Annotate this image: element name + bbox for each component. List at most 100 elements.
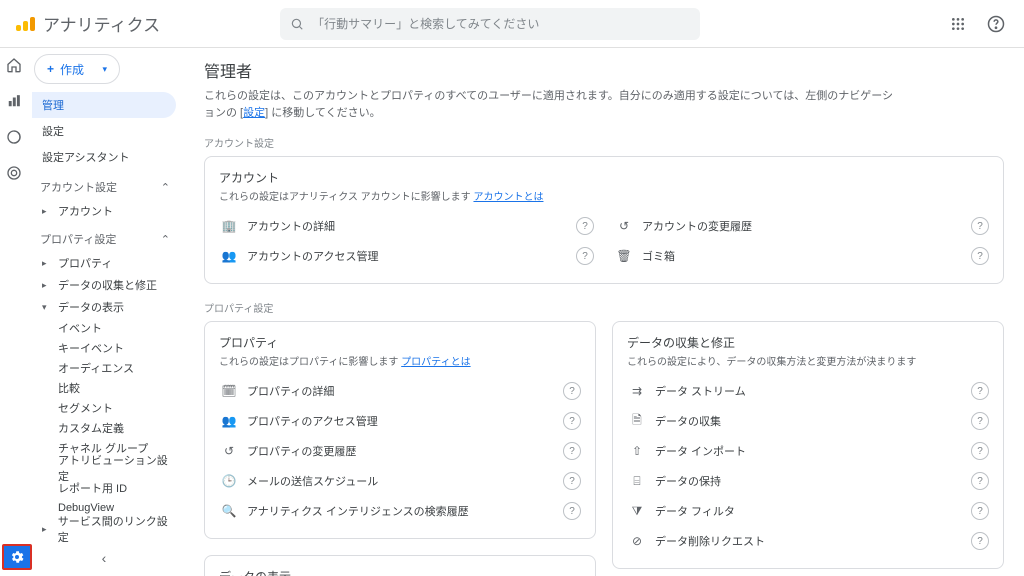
people-icon: 👥: [219, 414, 239, 428]
help-icon[interactable]: ?: [971, 532, 989, 550]
help-icon[interactable]: ?: [563, 502, 581, 520]
main-content: 管理者 これらの設定は、このアカウントとプロパティのすべてのユーザーに適用されま…: [184, 48, 1024, 576]
stream-icon: ⇉: [627, 384, 647, 398]
advertising-icon[interactable]: [5, 164, 23, 182]
side-leaf-keyevents[interactable]: キーイベント: [32, 338, 176, 358]
side-leaf-compare[interactable]: 比較: [32, 378, 176, 398]
search-input[interactable]: 「行動サマリー」と検索してみてください: [280, 8, 700, 40]
settings-link[interactable]: 設定: [243, 107, 265, 119]
help-icon[interactable]: ?: [971, 472, 989, 490]
history-icon: ↺: [219, 444, 239, 458]
trash-icon: 🗑: [614, 249, 634, 263]
create-label: 作成: [60, 61, 84, 78]
side-leaf-audiences[interactable]: オーディエンス: [32, 358, 176, 378]
section-property-label: プロパティ設定: [204, 300, 1004, 315]
card-data-display: データの表示 これらの設定により、データがレポート上にどのように表示されるかが決…: [204, 555, 596, 576]
row-account-history[interactable]: ↺アカウントの変更履歴?: [614, 211, 989, 241]
gear-icon: [9, 549, 25, 565]
help-icon[interactable]: ?: [576, 247, 594, 265]
help-icon[interactable]: ?: [563, 442, 581, 460]
db-icon: ⌸: [627, 474, 647, 489]
app-header: アナリティクス 「行動サマリー」と検索してみてください: [0, 0, 1024, 48]
help-icon[interactable]: ?: [563, 412, 581, 430]
filter-icon: ⧩: [627, 504, 647, 519]
row-data-delete[interactable]: ⊘データ削除リクエスト?: [627, 526, 989, 556]
page-title: 管理者: [204, 58, 1004, 82]
property-learn-link[interactable]: プロパティとは: [401, 357, 470, 368]
side-sub-account[interactable]: ▸アカウント: [32, 200, 176, 222]
row-data-import[interactable]: ⇧データ インポート?: [627, 436, 989, 466]
side-nav: + 作成 ▾ 管理 設定 設定アシスタント アカウント設定 ⌃ ▸アカウント プ…: [28, 48, 184, 576]
reports-icon[interactable]: [5, 92, 23, 110]
side-leaf-segments[interactable]: セグメント: [32, 398, 176, 418]
row-trash[interactable]: 🗑ゴミ箱?: [614, 241, 989, 271]
nav-rail: [0, 48, 28, 576]
explore-icon[interactable]: [5, 128, 23, 146]
card-property: プロパティ これらの設定はプロパティに影響します プロパティとは 🗓プロパティの…: [204, 321, 596, 539]
home-icon[interactable]: [5, 56, 23, 74]
row-property-details[interactable]: 🗓プロパティの詳細?: [219, 376, 581, 406]
search-placeholder: 「行動サマリー」と検索してみてください: [312, 15, 539, 32]
help-icon[interactable]: ?: [971, 412, 989, 430]
card-title: アカウント: [219, 169, 989, 186]
side-sub-data-display[interactable]: ▾データの表示: [32, 296, 176, 318]
chevron-up-icon: ⌃: [161, 181, 170, 194]
search-icon: [290, 17, 304, 31]
help-icon[interactable]: [984, 12, 1008, 36]
row-search-history[interactable]: 🔍アナリティクス インテリジェンスの検索履歴?: [219, 496, 581, 526]
row-data-streams[interactable]: ⇉データ ストリーム?: [627, 376, 989, 406]
row-property-history[interactable]: ↺プロパティの変更履歴?: [219, 436, 581, 466]
row-property-access[interactable]: 👥プロパティのアクセス管理?: [219, 406, 581, 436]
side-sub-property[interactable]: ▸プロパティ: [32, 252, 176, 274]
section-account-label: アカウント設定: [204, 135, 1004, 150]
help-icon[interactable]: ?: [971, 217, 989, 235]
page-desc: これらの設定は、このアカウントとプロパティのすべてのユーザーに適用されます。自分…: [204, 88, 904, 121]
row-mail-schedule[interactable]: 🕒メールの送信スケジュール?: [219, 466, 581, 496]
side-sub-data-collect[interactable]: ▸データの収集と修正: [32, 274, 176, 296]
chevron-right-icon: ▸: [42, 524, 54, 535]
sidebar-item-admin[interactable]: 管理: [32, 92, 176, 118]
card-data-collect: データの収集と修正 これらの設定により、データの収集方法と変更方法が決まります …: [612, 321, 1004, 569]
row-account-details[interactable]: 🏢アカウントの詳細?: [219, 211, 594, 241]
side-leaf-reportid[interactable]: レポート用 ID: [32, 478, 176, 498]
help-icon[interactable]: ?: [563, 472, 581, 490]
app-title: アナリティクス: [43, 11, 160, 36]
building-icon: 🏢: [219, 219, 239, 233]
help-icon[interactable]: ?: [971, 247, 989, 265]
upload-icon: ⇧: [627, 444, 647, 458]
side-group-account[interactable]: アカウント設定 ⌃: [32, 174, 176, 200]
history-icon: ↺: [614, 219, 634, 233]
side-leaf-attrib[interactable]: アトリビューション設定: [32, 458, 176, 478]
chevron-right-icon: ▸: [42, 206, 54, 217]
help-icon[interactable]: ?: [971, 382, 989, 400]
row-data-collection[interactable]: 🗎データの収集?: [627, 406, 989, 436]
chevron-up-icon: ⌃: [161, 233, 170, 246]
doc-icon: 🗎: [627, 411, 647, 432]
row-account-access[interactable]: 👥アカウントのアクセス管理?: [219, 241, 594, 271]
calendar-icon: 🗓: [219, 384, 239, 398]
help-icon[interactable]: ?: [971, 442, 989, 460]
side-group-property[interactable]: プロパティ設定 ⌃: [32, 226, 176, 252]
sidebar-item-setup-assistant[interactable]: 設定アシスタント: [32, 144, 176, 170]
create-button[interactable]: + 作成 ▾: [34, 54, 120, 84]
apps-icon[interactable]: [946, 12, 970, 36]
account-learn-link[interactable]: アカウントとは: [473, 192, 543, 203]
help-icon[interactable]: ?: [971, 502, 989, 520]
people-icon: 👥: [219, 249, 239, 263]
card-account: アカウント これらの設定はアナリティクス アカウントに影響します アカウントとは…: [204, 156, 1004, 284]
clock-icon: 🕒: [219, 474, 239, 488]
chevron-right-icon: ▸: [42, 258, 54, 269]
sidebar-item-settings[interactable]: 設定: [32, 118, 176, 144]
side-sub-links[interactable]: ▸サービス間のリンク設定: [32, 518, 176, 540]
help-icon[interactable]: ?: [576, 217, 594, 235]
row-data-filter[interactable]: ⧩データ フィルタ?: [627, 496, 989, 526]
row-data-retention[interactable]: ⌸データの保持?: [627, 466, 989, 496]
plus-icon: +: [47, 62, 54, 76]
side-leaf-custom[interactable]: カスタム定義: [32, 418, 176, 438]
help-icon[interactable]: ?: [563, 382, 581, 400]
search-history-icon: 🔍: [219, 504, 239, 518]
card-sub: これらの設定はアナリティクス アカウントに影響します アカウントとは: [219, 188, 989, 203]
chevron-right-icon: ▸: [42, 280, 54, 291]
side-leaf-events[interactable]: イベント: [32, 318, 176, 338]
collapse-nav-button[interactable]: ‹: [102, 550, 107, 566]
